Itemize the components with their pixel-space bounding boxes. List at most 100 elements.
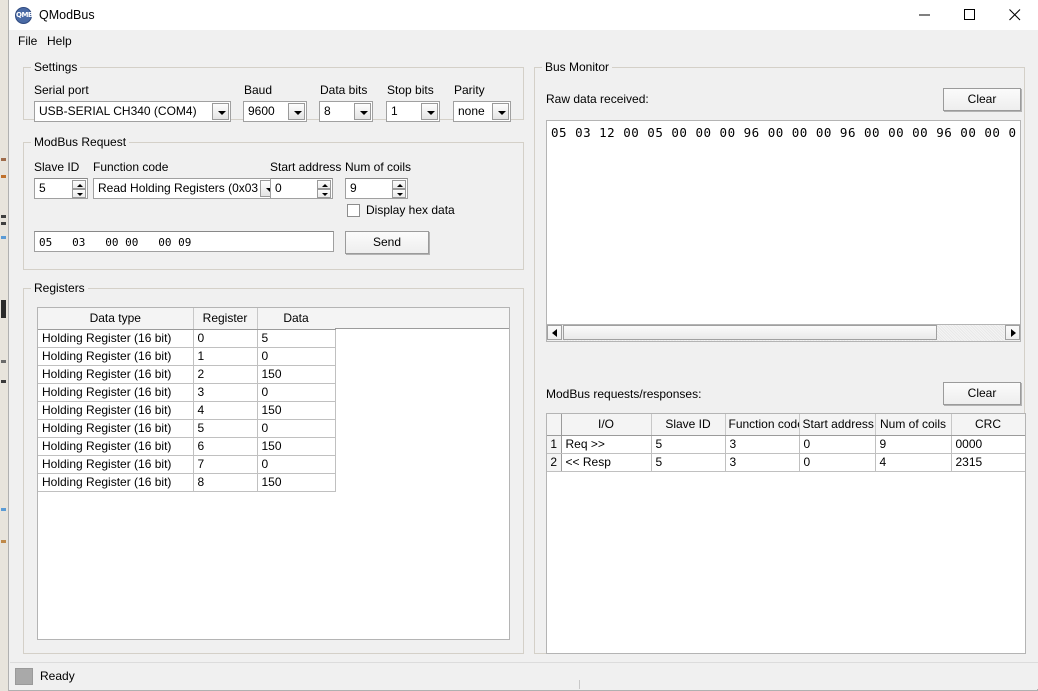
spin-up-icon[interactable] xyxy=(72,180,86,189)
table-row[interactable]: Holding Register (16 bit) 8 150 xyxy=(38,473,336,492)
table-cell[interactable]: 150 xyxy=(257,437,336,456)
spin-down-icon[interactable] xyxy=(392,189,406,198)
table-cell-function-code[interactable]: 3 xyxy=(725,435,800,454)
spin-up-icon[interactable] xyxy=(317,180,331,189)
chevron-down-icon[interactable] xyxy=(421,103,438,120)
registers-table[interactable]: Data type Register Data Holding Register (… xyxy=(37,307,510,640)
table-cell[interactable]: 5 xyxy=(193,419,258,438)
registers-column-header-0[interactable]: Data type xyxy=(38,308,194,330)
table-cell-crc[interactable]: 0000 xyxy=(951,435,1025,454)
scroll-right-icon[interactable] xyxy=(1005,325,1020,340)
function-code-combobox[interactable]: Read Holding Registers (0x03) xyxy=(93,178,279,199)
table-cell[interactable]: 8 xyxy=(193,473,258,492)
row-number[interactable]: 1 xyxy=(547,435,562,454)
registers-column-header-1[interactable]: Register xyxy=(193,308,258,330)
table-cell[interactable]: Holding Register (16 bit) xyxy=(38,383,194,402)
table-cell-function-code[interactable]: 3 xyxy=(725,453,800,472)
table-cell[interactable]: 4 xyxy=(193,401,258,420)
log-clear-button[interactable]: Clear xyxy=(943,382,1021,405)
table-row[interactable]: Holding Register (16 bit) 5 0 xyxy=(38,419,336,438)
chevron-down-icon[interactable] xyxy=(212,103,229,120)
table-cell[interactable]: 0 xyxy=(193,329,258,348)
table-cell[interactable]: 150 xyxy=(257,473,336,492)
table-row[interactable]: 1 Req >> 5 3 0 9 0000 xyxy=(547,435,1025,454)
table-cell[interactable]: 5 xyxy=(257,329,336,348)
parity-combobox[interactable]: none xyxy=(453,101,511,122)
scrollbar-thumb[interactable] xyxy=(563,325,937,340)
table-cell[interactable]: Holding Register (16 bit) xyxy=(38,455,194,474)
table-cell[interactable]: 6 xyxy=(193,437,258,456)
close-button[interactable] xyxy=(993,0,1038,30)
table-cell[interactable]: Holding Register (16 bit) xyxy=(38,437,194,456)
table-cell[interactable]: Holding Register (16 bit) xyxy=(38,365,194,384)
table-cell-io[interactable]: << Resp xyxy=(561,453,652,472)
table-row[interactable]: Holding Register (16 bit) 3 0 xyxy=(38,383,336,402)
table-cell-io[interactable]: Req >> xyxy=(561,435,652,454)
raw-data-hscrollbar[interactable] xyxy=(546,325,1021,342)
scroll-left-icon[interactable] xyxy=(547,325,562,340)
table-row[interactable]: Holding Register (16 bit) 0 5 xyxy=(38,329,336,348)
stop-bits-combobox[interactable]: 1 xyxy=(386,101,440,122)
requests-responses-table[interactable]: I/O Slave ID Function code Start address Num… xyxy=(546,413,1026,654)
chevron-down-icon[interactable] xyxy=(492,103,509,120)
chevron-down-icon[interactable] xyxy=(354,103,371,120)
row-number[interactable]: 2 xyxy=(547,453,562,472)
table-cell[interactable]: 1 xyxy=(193,347,258,366)
log-column-header-2[interactable]: Function code xyxy=(725,414,800,436)
table-row[interactable]: 2 << Resp 5 3 0 4 2315 xyxy=(547,453,1025,472)
log-column-header-4[interactable]: Num of coils xyxy=(875,414,952,436)
raw-data-textarea[interactable]: 05 03 12 00 05 00 00 00 96 00 00 00 96 0… xyxy=(546,120,1021,325)
serial-port-combobox[interactable]: USB-SERIAL CH340 (COM4) xyxy=(34,101,231,122)
table-cell-num-of-coils[interactable]: 4 xyxy=(875,453,952,472)
raw-data-clear-button[interactable]: Clear xyxy=(943,88,1021,111)
table-row[interactable]: Holding Register (16 bit) 6 150 xyxy=(38,437,336,456)
log-column-header-5[interactable]: CRC xyxy=(951,414,1025,436)
log-column-header-0[interactable]: I/O xyxy=(561,414,652,436)
table-cell[interactable]: 0 xyxy=(257,455,336,474)
table-cell[interactable]: Holding Register (16 bit) xyxy=(38,329,194,348)
table-cell[interactable]: 0 xyxy=(257,347,336,366)
table-row[interactable]: Holding Register (16 bit) 2 150 xyxy=(38,365,336,384)
table-cell[interactable]: 0 xyxy=(257,419,336,438)
table-cell[interactable]: 0 xyxy=(257,383,336,402)
baud-combobox[interactable]: 9600 xyxy=(243,101,307,122)
checkbox-box[interactable] xyxy=(347,204,360,217)
slave-id-spinbox[interactable]: 5 xyxy=(34,178,88,199)
table-cell[interactable]: Holding Register (16 bit) xyxy=(38,473,194,492)
scrollbar-trough[interactable] xyxy=(563,325,1004,341)
table-row[interactable]: Holding Register (16 bit) 7 0 xyxy=(38,455,336,474)
table-cell[interactable]: 2 xyxy=(193,365,258,384)
spin-down-icon[interactable] xyxy=(317,189,331,198)
maximize-button[interactable] xyxy=(948,0,993,30)
send-button[interactable]: Send xyxy=(345,231,429,254)
log-column-header-1[interactable]: Slave ID xyxy=(651,414,726,436)
table-row[interactable]: Holding Register (16 bit) 1 0 xyxy=(38,347,336,366)
registers-column-header-2[interactable]: Data xyxy=(257,308,336,330)
num-of-coils-spinbox[interactable]: 9 xyxy=(345,178,408,199)
start-address-spinbox[interactable]: 0 xyxy=(270,178,333,199)
table-cell[interactable]: 150 xyxy=(257,365,336,384)
table-cell[interactable]: 7 xyxy=(193,455,258,474)
table-cell[interactable]: Holding Register (16 bit) xyxy=(38,419,194,438)
table-cell-num-of-coils[interactable]: 9 xyxy=(875,435,952,454)
menu-item-help[interactable]: Help xyxy=(43,33,76,49)
table-row[interactable]: Holding Register (16 bit) 4 150 xyxy=(38,401,336,420)
table-cell-start-address[interactable]: 0 xyxy=(799,453,876,472)
log-column-header-3[interactable]: Start address xyxy=(799,414,876,436)
request-bytes-field[interactable]: 05 03 00 00 00 09 xyxy=(34,231,334,252)
menu-item-file[interactable]: File xyxy=(14,33,41,49)
table-cell-slave-id[interactable]: 5 xyxy=(651,435,726,454)
minimize-button[interactable] xyxy=(903,0,948,30)
table-cell[interactable]: Holding Register (16 bit) xyxy=(38,347,194,366)
table-cell-crc[interactable]: 2315 xyxy=(951,453,1025,472)
spin-down-icon[interactable] xyxy=(72,189,86,198)
table-cell-start-address[interactable]: 0 xyxy=(799,435,876,454)
table-cell[interactable]: Holding Register (16 bit) xyxy=(38,401,194,420)
data-bits-combobox[interactable]: 8 xyxy=(319,101,373,122)
close-icon xyxy=(1009,9,1021,21)
spin-up-icon[interactable] xyxy=(392,180,406,189)
table-cell[interactable]: 3 xyxy=(193,383,258,402)
chevron-down-icon[interactable] xyxy=(288,103,305,120)
table-cell[interactable]: 150 xyxy=(257,401,336,420)
table-cell-slave-id[interactable]: 5 xyxy=(651,453,726,472)
